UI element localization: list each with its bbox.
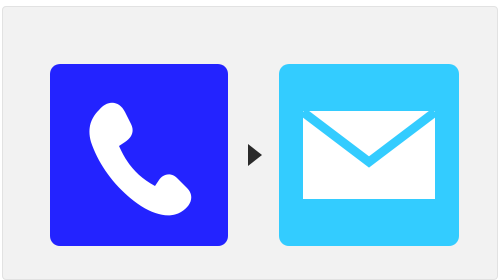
phone-app-tile[interactable]	[50, 64, 228, 246]
arrow-right-icon	[248, 144, 262, 166]
mail-icon	[302, 110, 436, 200]
workflow-card	[2, 6, 498, 280]
phone-icon-svg	[89, 102, 192, 216]
mail-app-tile[interactable]	[279, 64, 459, 246]
phone-icon	[79, 90, 199, 220]
mail-icon-svg	[302, 110, 436, 199]
